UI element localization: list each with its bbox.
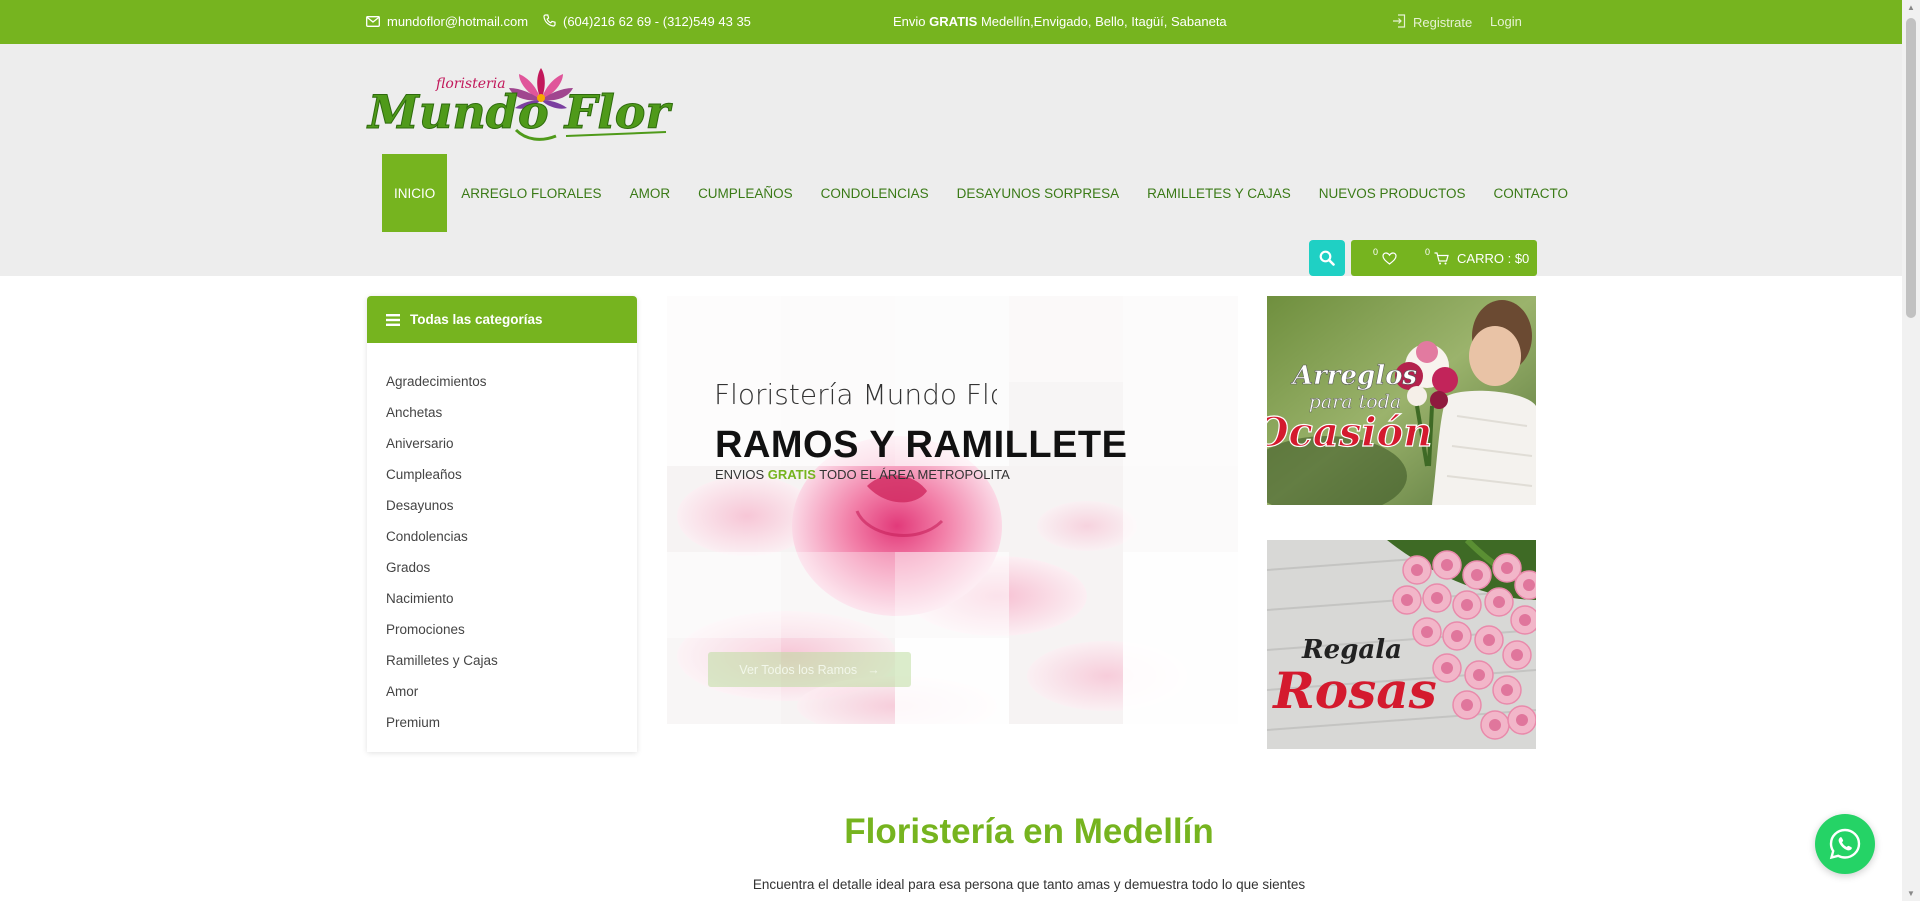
hero-subtitle: Floristería Mundo Flor: [714, 378, 997, 411]
category-item[interactable]: Nacimiento: [386, 583, 637, 614]
banner1-line1: Arreglos: [1290, 361, 1418, 391]
roses-image: Regala Rosas: [1267, 540, 1536, 749]
categories-title: Todas las categorías: [410, 312, 543, 327]
nav-item-ramilletes-y-cajas[interactable]: RAMILLETES Y CAJAS: [1133, 154, 1305, 232]
shipping-prefix: Envio: [893, 14, 926, 29]
login-link[interactable]: Login: [1490, 14, 1522, 29]
search-icon: [1319, 250, 1335, 266]
hero-tag-prefix: ENVIOS: [715, 467, 765, 482]
wishlist-count: 0: [1373, 247, 1379, 257]
category-item[interactable]: Ramilletes y Cajas: [386, 645, 637, 676]
categories-header[interactable]: Todas las categorías: [367, 296, 637, 343]
hero-tagline: ENVIOS GRATIS TODO EL ÁREA METROPOLITA: [715, 467, 1020, 482]
categories-sidebar: Todas las categorías Agradecimientos Anch…: [367, 296, 637, 752]
shipping-areas: Medellín,Envigado, Bello, Itagüí, Sabane…: [980, 14, 1227, 29]
search-button[interactable]: [1309, 240, 1345, 276]
hero-slider[interactable]: Floristería Mundo Flor RAMOS Y RAMILLETE…: [667, 296, 1238, 724]
register-link[interactable]: Registrate: [1392, 14, 1472, 30]
nav-item-nuevos-productos[interactable]: NUEVOS PRODUCTOS: [1305, 154, 1480, 232]
category-item[interactable]: Amor: [386, 676, 637, 707]
whatsapp-button[interactable]: [1815, 814, 1875, 874]
section-subtitle: Encuentra el detalle ideal para esa pers…: [752, 877, 1306, 892]
heart-icon[interactable]: [1382, 251, 1397, 265]
page: mundoflor@hotmail.com (604)216 62 69 - (…: [0, 0, 1920, 901]
nav-item-contacto[interactable]: CONTACTO: [1480, 154, 1583, 232]
hero-title: RAMOS Y RAMILLETE: [715, 424, 1128, 466]
site-logo[interactable]: floristeria Mundo Flor: [366, 66, 676, 156]
logo-main-text: Mundo Flor: [366, 85, 673, 139]
banner2-line2: Rosas: [1271, 661, 1437, 720]
nav-item-inicio[interactable]: INICIO: [382, 154, 448, 232]
register-text: Registrate: [1413, 14, 1473, 30]
hero-tag-highlight: GRATIS: [767, 467, 816, 482]
cart-icon: [1434, 251, 1449, 264]
hero-tag-rest: TODO EL ÁREA METROPOLITA: [819, 467, 1010, 482]
shipping-free: GRATIS: [929, 14, 978, 29]
nav-item-cumpleaños[interactable]: CUMPLEAÑOS: [684, 154, 807, 232]
cart-button[interactable]: 0 0 CARRO : $0: [1351, 240, 1537, 276]
banner1-line3: Ocasión: [1267, 409, 1432, 456]
category-item[interactable]: Premium: [386, 707, 637, 738]
category-item[interactable]: Grados: [386, 552, 637, 583]
phone-icon: [543, 14, 556, 29]
banner-roses[interactable]: Regala Rosas: [1267, 540, 1536, 749]
email-link[interactable]: mundoflor@hotmail.com: [366, 14, 528, 29]
nav-item-desayunos-sorpresa[interactable]: DESAYUNOS SORPRESA: [943, 154, 1134, 232]
scrollbar-thumb[interactable]: [1906, 18, 1916, 318]
cart-label: CARRO : $0: [1457, 250, 1530, 266]
phone-link[interactable]: (604)216 62 69 - (312)549 43 35: [543, 14, 751, 29]
scroll-down-icon[interactable]: ▼: [1907, 889, 1915, 898]
category-item[interactable]: Cumpleaños: [386, 459, 637, 490]
page-scrollbar[interactable]: ▲ ▼: [1902, 0, 1920, 901]
banner-occasions[interactable]: Arreglos para toda Ocasión: [1267, 296, 1536, 505]
login-arrow-icon: [1392, 14, 1406, 30]
category-item[interactable]: Aniversario: [386, 428, 637, 459]
category-item[interactable]: Anchetas: [386, 397, 637, 428]
whatsapp-icon: [1829, 828, 1861, 860]
menu-icon: [386, 313, 400, 326]
arrow-right-icon: →: [867, 662, 880, 677]
shipping-notice: Envio GRATIS Medellín,Envigado, Bello, I…: [893, 14, 1227, 29]
main-nav: INICIO ARREGLO FLORALES AMOR CUMPLEAÑOS COND…: [382, 154, 1582, 232]
nav-item-amor[interactable]: AMOR: [616, 154, 685, 232]
nav-item-arreglo-florales[interactable]: ARREGLO FLORALES: [447, 154, 615, 232]
category-item[interactable]: Desayunos: [386, 490, 637, 521]
phone-text: (604)216 62 69 - (312)549 43 35: [563, 14, 751, 29]
cta-label: Ver Todos los Ramos: [739, 662, 858, 677]
category-list: Agradecimientos Anchetas Aniversario Cumple…: [367, 343, 637, 738]
cart-count: 0: [1425, 247, 1431, 257]
category-item[interactable]: Agradecimientos: [386, 366, 637, 397]
view-all-bouquets-button[interactable]: Ver Todos los Ramos →: [708, 652, 911, 687]
occasions-image: Arreglos para toda Ocasión: [1267, 296, 1536, 505]
section-title: Floristería en Medellín: [844, 812, 1214, 851]
scroll-up-icon[interactable]: ▲: [1907, 3, 1915, 12]
envelope-icon: [366, 15, 380, 29]
login-text: Login: [1490, 14, 1522, 29]
nav-item-condolencias[interactable]: CONDOLENCIAS: [807, 154, 943, 232]
category-item[interactable]: Promociones: [386, 614, 637, 645]
email-text: mundoflor@hotmail.com: [387, 14, 529, 29]
category-item[interactable]: Condolencias: [386, 521, 637, 552]
top-bar: mundoflor@hotmail.com (604)216 62 69 - (…: [0, 0, 1902, 44]
